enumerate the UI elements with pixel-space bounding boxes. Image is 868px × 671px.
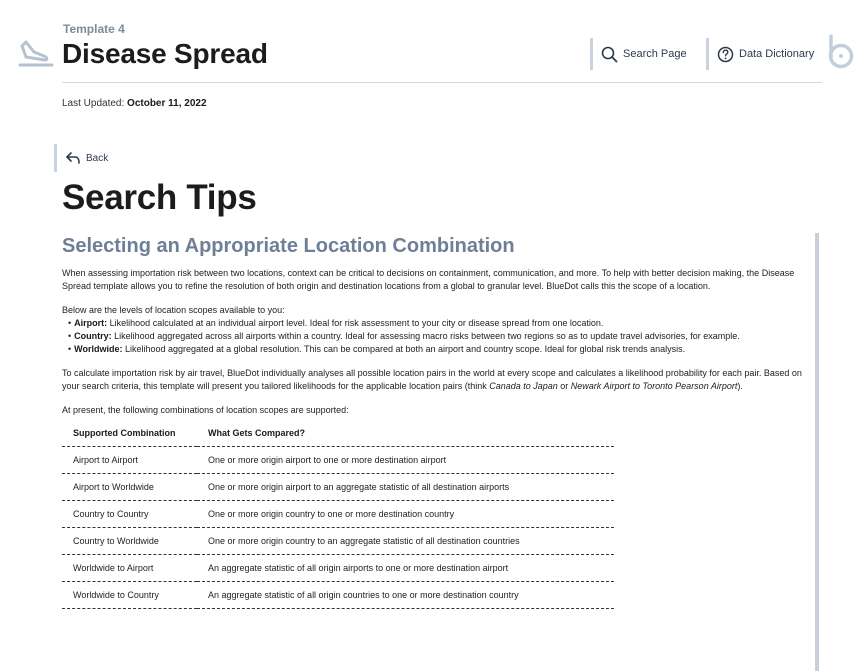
calc-example: Newark Airport to Toronto Pearson Airpor… [570, 381, 738, 391]
search-page-label: Search Page [623, 48, 687, 60]
data-dictionary-link[interactable]: Data Dictionary [706, 38, 814, 70]
table-cell: Worldwide to Airport [62, 554, 197, 582]
last-updated-date: October 11, 2022 [127, 98, 207, 109]
back-button[interactable]: Back [54, 144, 108, 172]
airplane-landing-icon [18, 40, 54, 67]
search-icon [601, 46, 618, 62]
table-cell: One or more origin country to one or mor… [197, 500, 614, 528]
table-row: Airport to Worldwide One or more origin … [62, 473, 614, 501]
table-row: Worldwide to Airport An aggregate statis… [62, 554, 614, 582]
question-circle-icon [717, 46, 734, 62]
table-cell: Country to Worldwide [62, 527, 197, 555]
combinations-table: Supported Combination What Gets Compared… [62, 420, 614, 609]
bluedot-logo-icon [828, 34, 854, 69]
table-cell: One or more origin airport to an aggrega… [197, 473, 614, 501]
column-header: What Gets Compared? [197, 420, 614, 447]
back-arrow-icon [66, 152, 80, 164]
table-row: Country to Country One or more origin co… [62, 500, 614, 528]
level-text: Likelihood aggregated across all airport… [111, 331, 740, 341]
page-title: Search Tips [62, 178, 257, 217]
table-row: Worldwide to Country An aggregate statis… [62, 581, 614, 609]
table-cell: An aggregate statistic of all origin air… [197, 554, 614, 582]
table-cell: Country to Country [62, 500, 197, 528]
table-header-row: Supported Combination What Gets Compared… [62, 420, 614, 447]
level-name: Worldwide: [74, 344, 123, 354]
list-item: Airport: Likelihood calculated at an ind… [68, 317, 810, 330]
level-name: Airport: [74, 318, 108, 328]
calc-example: Canada to Japan [489, 381, 558, 391]
calc-text: ). [737, 381, 743, 391]
calc-text: or [557, 381, 571, 391]
column-header: Supported Combination [62, 420, 197, 447]
table-row: Country to Worldwide One or more origin … [62, 527, 614, 555]
table-cell: An aggregate statistic of all origin cou… [197, 581, 614, 609]
search-tips-content: Selecting an Appropriate Location Combin… [62, 235, 810, 609]
back-label: Back [86, 152, 109, 164]
table-cell: Airport to Worldwide [62, 473, 197, 501]
search-page-link[interactable]: Search Page [590, 38, 687, 70]
levels-intro: Below are the levels of location scopes … [62, 305, 285, 315]
table-row: Airport to Airport One or more origin ai… [62, 446, 614, 474]
header-divider [62, 82, 822, 83]
supported-intro: At present, the following combinations o… [62, 405, 349, 415]
scope-levels-list: Airport: Likelihood calculated at an ind… [68, 317, 810, 356]
scrollbar[interactable] [815, 233, 819, 671]
level-text: Likelihood aggregated at a global resolu… [122, 344, 686, 354]
list-item: Country: Likelihood aggregated across al… [68, 330, 810, 343]
section-title: Selecting an Appropriate Location Combin… [62, 235, 515, 257]
table-cell: Worldwide to Country [62, 581, 197, 609]
template-label: Template 4 [63, 22, 125, 36]
calculation-paragraph: To calculate importation risk by air tra… [62, 367, 810, 393]
table-cell: One or more origin airport to one or mor… [197, 446, 614, 474]
list-item: Worldwide: Likelihood aggregated at a gl… [68, 343, 810, 356]
data-dictionary-label: Data Dictionary [739, 48, 815, 60]
level-text: Likelihood calculated at an individual a… [107, 318, 604, 328]
intro-paragraph: When assessing importation risk between … [62, 268, 795, 291]
table-cell: One or more origin country to an aggrega… [197, 527, 614, 555]
app-title: Disease Spread [62, 38, 268, 69]
level-name: Country: [74, 331, 112, 341]
table-cell: Airport to Airport [62, 446, 197, 474]
last-updated-label: Last Updated: [62, 98, 125, 109]
last-updated: Last Updated: October 11, 2022 [62, 98, 207, 109]
